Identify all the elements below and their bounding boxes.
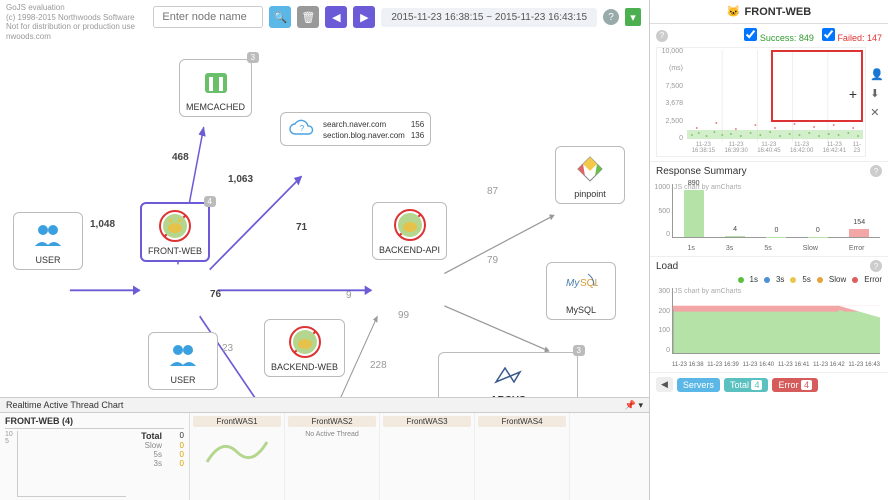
edge-label: 9 [346, 290, 352, 301]
node-user-2[interactable]: USER [148, 332, 218, 390]
chevron-down-icon: ▾ [630, 11, 636, 24]
side-title: 🐱FRONT-WEB [650, 0, 888, 24]
load-chart[interactable]: JS chart by amCharts 3002001000 11-23 16… [656, 286, 882, 368]
user-icon[interactable]: 👤 [870, 68, 884, 81]
main-panel: GoJS evaluation (c) 1998-2015 Northwoods… [0, 0, 650, 500]
help-icon[interactable]: ? [870, 260, 882, 272]
node-mysql[interactable]: MySQLMySQL [546, 262, 616, 320]
clear-button[interactable]: 🗑 [297, 6, 319, 28]
node-user[interactable]: USER [13, 212, 83, 270]
error-tab[interactable]: Error 4 [772, 378, 818, 392]
edge-label: 1,063 [228, 174, 253, 185]
load-header: Load? [650, 256, 888, 275]
trash-icon: 🗑 [301, 11, 315, 24]
servers-tab[interactable]: Servers [677, 378, 720, 392]
help-icon[interactable]: ? [870, 165, 882, 177]
prev-button[interactable]: ◀ [656, 377, 673, 392]
edge-label: 76 [210, 289, 221, 300]
success-toggle[interactable] [744, 28, 757, 41]
thread-slot[interactable]: FrontWAS1 [190, 413, 285, 500]
edge-label: 468 [172, 152, 189, 163]
collapse-toggle[interactable]: ▾ [625, 8, 641, 26]
total-tab[interactable]: Total 4 [724, 378, 769, 392]
next-time-button[interactable]: ▶ [353, 6, 375, 28]
crosshair-icon: + [849, 86, 857, 102]
time-range[interactable]: 2015-11-23 16:38:15 ~ 2015-11-23 16:43:1… [381, 8, 597, 27]
scatter-selection[interactable]: + [771, 50, 863, 122]
copyright: GoJS evaluation (c) 1998-2015 Northwoods… [6, 3, 135, 41]
node-pinpoint[interactable]: pinpoint [555, 146, 625, 204]
user-icon [30, 217, 66, 253]
edge-label: 228 [370, 360, 387, 371]
expand-icon[interactable]: ✕ [870, 106, 884, 119]
failed-toggle[interactable] [822, 28, 835, 41]
thread-slot[interactable]: FrontWAS3 [380, 413, 475, 500]
node-search-input[interactable] [153, 6, 263, 28]
svg-text:?: ? [300, 124, 305, 133]
memcached-icon [198, 64, 234, 100]
node-backend-api[interactable]: BACKEND-API [372, 202, 447, 260]
prev-time-button[interactable]: ◀ [325, 6, 347, 28]
thread-slot[interactable]: FrontWAS4 [475, 413, 570, 500]
search-button[interactable]: 🔍 [269, 6, 291, 28]
side-panel: 🐱FRONT-WEB ? Success: 849 Failed: 147 👤 … [650, 0, 888, 500]
thread-summary: FRONT-WEB (4) 105 Total0 Slow0 5s0 3s0 [0, 413, 190, 500]
search-icon: 🔍 [274, 11, 288, 24]
pin-icon[interactable]: 📌 ▾ [625, 400, 643, 411]
thread-slot[interactable]: FrontWAS2No Active Thread [285, 413, 380, 500]
arcus-icon [490, 357, 526, 393]
scatter-plot[interactable]: 10,000(ms)7,5003,6782,5000 + 11-23 16:38… [656, 47, 866, 157]
svg-text:SQL: SQL [580, 278, 598, 289]
chevron-left-icon: ◀ [661, 379, 668, 389]
edge-label: 79 [487, 255, 498, 266]
node-front-web[interactable]: 4FRONT-WEB [140, 202, 210, 262]
response-summary-chart[interactable]: JS chart by amCharts 10005000 890 4 0 0 … [656, 182, 882, 252]
node-cloud[interactable]: ? search.naver.com section.blog.naver.co… [280, 112, 431, 146]
edge-label: 23 [222, 343, 233, 354]
help-icon[interactable]: ? [656, 30, 668, 42]
node-backend-web[interactable]: BACKEND-WEB [264, 319, 345, 377]
tomcat-icon [287, 324, 323, 360]
edge-label: 71 [296, 222, 307, 233]
cloud-icon: ? [287, 117, 317, 141]
thread-panel: Realtime Active Thread Chart📌 ▾ FRONT-WE… [0, 412, 649, 500]
edge-label: 87 [487, 186, 498, 197]
edge-label: 99 [398, 310, 409, 321]
help-button[interactable]: ? [603, 9, 619, 25]
thread-header: Realtime Active Thread Chart📌 ▾ [0, 397, 649, 413]
pinpoint-icon [572, 151, 608, 187]
tomcat-icon: 🐱 [727, 5, 741, 18]
svg-text:My: My [566, 278, 580, 289]
download-icon[interactable]: ⬇ [870, 87, 884, 100]
mysql-icon: MySQL [563, 267, 599, 303]
chevron-left-icon: ◀ [332, 11, 340, 24]
response-summary-header: Response Summary? [650, 161, 888, 180]
chevron-right-icon: ▶ [360, 11, 368, 24]
user-icon [165, 337, 201, 373]
tomcat-icon [392, 207, 428, 243]
load-legend: 1s 3s 5s Slow Error [650, 275, 888, 284]
tomcat-icon [157, 208, 193, 244]
edge-label: 1,048 [90, 219, 115, 230]
node-memcached[interactable]: 3MEMCACHED [179, 59, 252, 117]
bottom-controls: ◀ Servers Total 4 Error 4 [650, 372, 888, 396]
scatter-section: ? Success: 849 Failed: 147 👤 ⬇ ✕ 10,000(… [650, 24, 888, 161]
